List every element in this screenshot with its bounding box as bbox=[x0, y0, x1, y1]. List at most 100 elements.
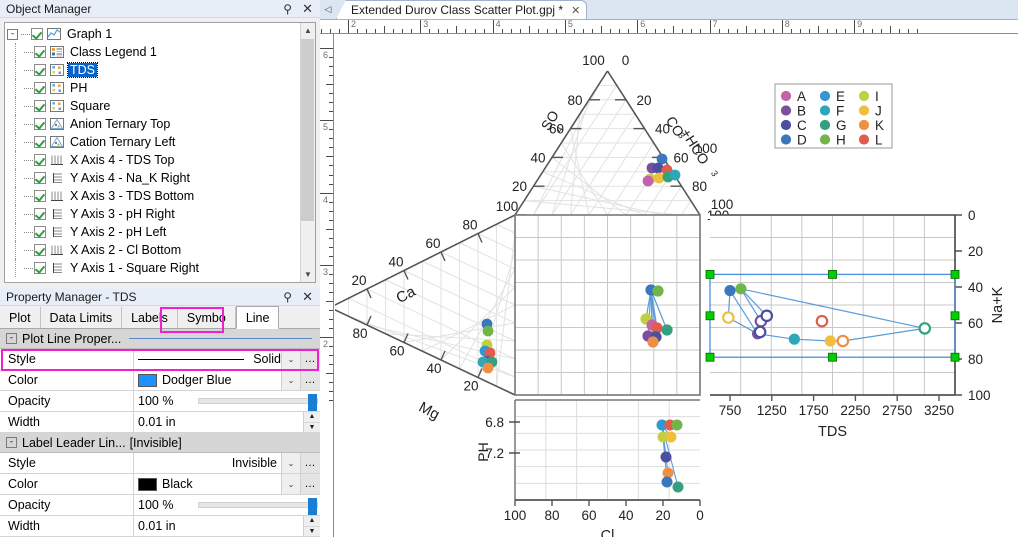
pin-icon[interactable]: ⚲ bbox=[283, 291, 292, 303]
chevron-down-icon[interactable]: ⌄ bbox=[281, 474, 300, 494]
tab-plot[interactable]: Plot bbox=[0, 307, 41, 328]
data-point[interactable] bbox=[482, 362, 494, 374]
data-point[interactable] bbox=[665, 431, 677, 443]
center-square-panel[interactable] bbox=[514, 214, 701, 396]
selection-handle[interactable] bbox=[705, 311, 715, 321]
spinner-down-icon[interactable]: ▼ bbox=[304, 422, 320, 432]
data-point[interactable] bbox=[647, 336, 659, 348]
class-legend[interactable]: ABCD EFGH IJKL bbox=[774, 83, 893, 149]
tree-item-y-axis-3-ph-right[interactable]: Y Axis 3 - pH Right bbox=[7, 205, 300, 223]
legend-marker[interactable] bbox=[858, 90, 870, 102]
legend-marker[interactable] bbox=[780, 134, 792, 145]
opacity-slider[interactable] bbox=[198, 394, 318, 411]
tree-item-cation-ternary-left[interactable]: Cation Ternary Left bbox=[7, 133, 300, 151]
scroll-down-icon[interactable]: ▼ bbox=[300, 267, 315, 282]
data-point[interactable] bbox=[760, 309, 774, 323]
visibility-checkbox[interactable] bbox=[34, 154, 46, 166]
data-point[interactable] bbox=[753, 325, 767, 339]
selection-handle[interactable] bbox=[950, 311, 960, 321]
data-point[interactable] bbox=[918, 322, 932, 335]
visibility-checkbox[interactable] bbox=[34, 82, 46, 94]
legend-marker[interactable] bbox=[819, 134, 831, 145]
property-value-cell[interactable]: 0.01 in ▲ ▼ bbox=[134, 516, 320, 536]
legend-marker[interactable] bbox=[858, 119, 870, 131]
tree-item-x-axis-3-tds-bottom[interactable]: X Axis 3 - TDS Bottom bbox=[7, 187, 300, 205]
tree-item-x-axis-4-tds-top[interactable]: X Axis 4 - TDS Top bbox=[7, 151, 300, 169]
anion-ternary-top[interactable]: 10080604020020406080100SO4CO3+HCO3 bbox=[512, 53, 729, 223]
data-point[interactable] bbox=[669, 169, 681, 181]
plot-canvas[interactable]: 10080604020020406080100SO4CO3+HCO3100806… bbox=[335, 35, 1018, 537]
tree-item-y-axis-1-square-right[interactable]: Y Axis 1 - Square Right bbox=[7, 259, 300, 277]
color-value[interactable]: Dodger Blue bbox=[138, 373, 281, 387]
more-options-button[interactable]: … bbox=[300, 453, 320, 473]
data-point[interactable] bbox=[661, 324, 673, 336]
legend-marker[interactable] bbox=[819, 105, 831, 116]
spinner-down-icon[interactable]: ▼ bbox=[304, 526, 320, 536]
tree-item-tds[interactable]: TDS bbox=[7, 61, 300, 79]
close-icon[interactable]: ✕ bbox=[302, 290, 313, 303]
object-tree[interactable]: - Graph 1 Class Legend 1 TDS PH Square Anion T… bbox=[5, 23, 300, 282]
property-value-cell[interactable]: Dodger Blue ⌄… bbox=[134, 370, 320, 390]
data-point[interactable] bbox=[724, 285, 736, 297]
expander-icon[interactable]: - bbox=[6, 333, 17, 344]
scroll-up-icon[interactable]: ▲ bbox=[300, 23, 315, 38]
more-options-button[interactable]: … bbox=[300, 474, 320, 494]
spinner[interactable]: ▲ ▼ bbox=[303, 516, 320, 536]
visibility-checkbox[interactable] bbox=[34, 244, 46, 256]
tree-item-anion-ternary-top[interactable]: Anion Ternary Top bbox=[7, 115, 300, 133]
data-point[interactable] bbox=[661, 476, 673, 488]
data-point[interactable] bbox=[671, 419, 683, 431]
visibility-checkbox[interactable] bbox=[34, 118, 46, 130]
color-swatch[interactable] bbox=[138, 477, 157, 491]
opacity-slider[interactable] bbox=[198, 498, 318, 515]
property-value-cell[interactable]: 0.01 in ▲ ▼ bbox=[134, 412, 320, 432]
tab-labels[interactable]: Labels bbox=[122, 307, 178, 328]
legend-marker[interactable] bbox=[819, 90, 831, 102]
object-tree-scrollbar[interactable]: ▲ ▼ bbox=[300, 23, 315, 282]
data-point[interactable] bbox=[642, 175, 654, 187]
visibility-checkbox[interactable] bbox=[34, 226, 46, 238]
line-style-value[interactable]: Solid bbox=[138, 352, 281, 366]
plot-root[interactable]: 10080604020020406080100SO4CO3+HCO3100806… bbox=[335, 53, 1006, 537]
tree-item-square[interactable]: Square bbox=[7, 97, 300, 115]
cation-ternary-left[interactable]: 10080604020010080604020CaMg bbox=[335, 199, 518, 423]
tree-item-graph-1[interactable]: - Graph 1 bbox=[7, 25, 300, 43]
slider-handle[interactable] bbox=[308, 394, 317, 411]
visibility-checkbox[interactable] bbox=[34, 190, 46, 202]
tab-line[interactable]: Line bbox=[235, 306, 280, 329]
spinner[interactable]: ▲ ▼ bbox=[303, 412, 320, 432]
data-point[interactable] bbox=[660, 451, 672, 463]
color-swatch[interactable] bbox=[138, 373, 157, 387]
visibility-checkbox[interactable] bbox=[34, 208, 46, 220]
slider-handle[interactable] bbox=[308, 498, 317, 515]
data-point[interactable] bbox=[824, 335, 836, 347]
selection-handle[interactable] bbox=[705, 269, 715, 279]
selection-handle[interactable] bbox=[950, 352, 960, 362]
spinner-up-icon[interactable]: ▲ bbox=[304, 516, 320, 527]
visibility-checkbox[interactable] bbox=[34, 46, 46, 58]
property-group-header[interactable]: - Plot Line Proper... bbox=[0, 329, 320, 349]
visibility-checkbox[interactable] bbox=[34, 136, 46, 148]
legend-marker[interactable] bbox=[858, 105, 870, 116]
tab-data-limits[interactable]: Data Limits bbox=[40, 307, 123, 328]
property-group-header[interactable]: - Label Leader Lin... [Invisible] bbox=[0, 433, 320, 453]
selection-handle[interactable] bbox=[828, 352, 837, 362]
data-point[interactable] bbox=[652, 285, 664, 297]
width-value[interactable]: 0.01 in bbox=[138, 519, 303, 533]
pin-icon[interactable]: ⚲ bbox=[283, 3, 292, 15]
legend-marker[interactable] bbox=[780, 119, 792, 131]
chevron-down-icon[interactable]: ⌄ bbox=[281, 349, 300, 369]
property-value-cell[interactable]: Solid ⌄… bbox=[134, 349, 320, 369]
tab-symbo[interactable]: Symbo bbox=[177, 307, 236, 328]
chevron-left-icon[interactable]: ◁ bbox=[320, 0, 336, 19]
ph-panel[interactable]: 6.87.2PH100 80 60 40 20 0Cl bbox=[475, 399, 704, 537]
tds-nak-panel[interactable]: 0 20 40 60 80 100 Na+K 750 1250 1750 2250 2750 3250 T… bbox=[695, 141, 1006, 440]
selection-handle[interactable] bbox=[705, 352, 715, 362]
tree-item-y-axis-2-ph-left[interactable]: Y Axis 2 - pH Left bbox=[7, 223, 300, 241]
property-value-cell[interactable]: 100 % bbox=[134, 495, 320, 515]
tree-item-class-legend-1[interactable]: Class Legend 1 bbox=[7, 43, 300, 61]
data-point[interactable] bbox=[482, 325, 494, 337]
dropdown-value[interactable]: Invisible bbox=[138, 456, 281, 470]
legend-marker[interactable] bbox=[858, 134, 870, 145]
legend-marker[interactable] bbox=[780, 90, 792, 102]
